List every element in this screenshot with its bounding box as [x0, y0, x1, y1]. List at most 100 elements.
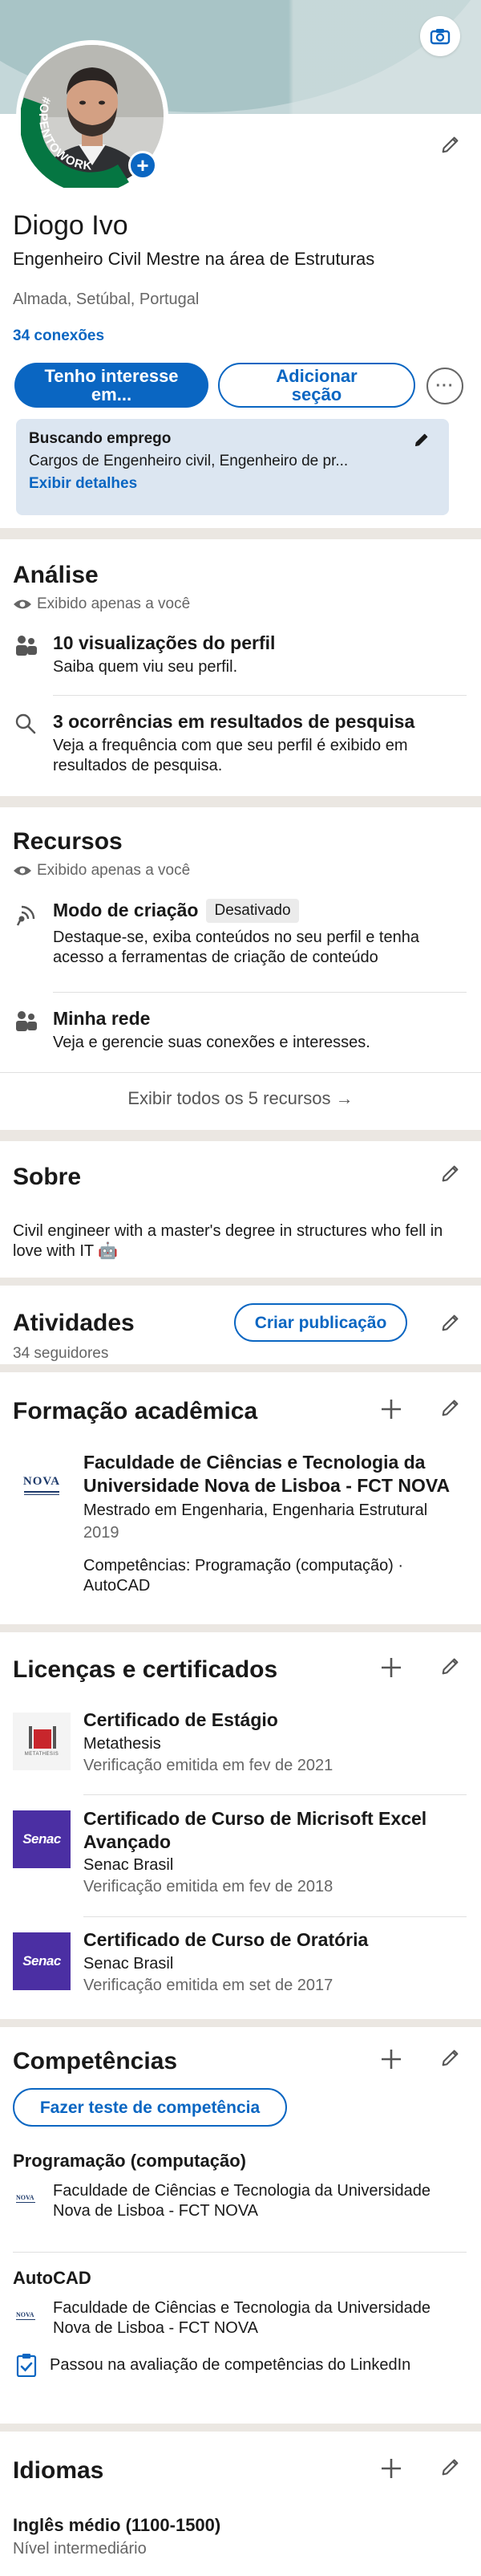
education-year: 2019 — [83, 1524, 119, 1542]
skill-assessment-button[interactable]: Fazer teste de competência — [13, 2088, 287, 2127]
creator-mode-title: Modo de criação — [53, 900, 199, 920]
my-network-desc: Veja e gerencie suas conexões e interess… — [53, 1034, 370, 1051]
education-degree: Mestrado em Engenharia, Engenharia Estru… — [83, 1501, 428, 1519]
search-icon — [15, 713, 36, 734]
creator-mode-item[interactable]: Modo de criação Desativado Destaque-se, e… — [13, 899, 462, 968]
language-level: Nível intermediário — [13, 2540, 147, 2558]
senac-logo-text: Senac — [22, 1953, 61, 1969]
license-issuer: Metathesis — [83, 1735, 161, 1753]
nova-logo-text: NOVA — [22, 1474, 61, 1488]
show-all-resources-link[interactable]: Exibir todos os 5 recursos → — [0, 1088, 481, 1109]
add-language-plus-icon[interactable] — [377, 2454, 406, 2483]
people-icon — [16, 1011, 37, 1031]
job-seeking-details-link[interactable]: Exibir detalhes — [29, 475, 436, 493]
profile-views-desc: Saiba quem viu seu perfil. — [53, 658, 238, 676]
skill-item[interactable]: AutoCAD NOVA Faculdade de Ciências e Tec… — [13, 2268, 470, 2377]
more-options-button[interactable]: ··· — [426, 368, 463, 404]
add-skill-plus-icon[interactable] — [377, 2045, 406, 2074]
license-item[interactable]: Senac Certificado de Curso de Micrisoft … — [13, 1807, 470, 1897]
search-appearances-title: 3 ocorrências em resultados de pesquisa — [53, 711, 415, 732]
add-photo-button[interactable]: + — [128, 151, 157, 180]
section-separator — [0, 2019, 481, 2027]
my-network-item[interactable]: Minha rede Veja e gerencie suas conexões… — [13, 1008, 462, 1053]
skills-title: Competências — [13, 2048, 178, 2074]
license-item[interactable]: Senac Certificado de Curso de Oratória S… — [13, 1929, 470, 1996]
analytics-private-note: Exibido apenas a você — [13, 595, 190, 613]
senac-logo-text: Senac — [22, 1831, 61, 1847]
licenses-title: Licenças e certificados — [13, 1656, 278, 1683]
edit-languages-pencil-icon[interactable] — [438, 2454, 463, 2480]
edit-intro-pencil-icon[interactable] — [438, 132, 463, 157]
profile-views-title: 10 visualizações do perfil — [53, 632, 276, 653]
edit-education-pencil-icon[interactable] — [438, 1395, 463, 1420]
open-to-button-label: Tenho interesse em... — [44, 366, 179, 404]
skill-name: Programação (computação) — [13, 2151, 246, 2171]
edit-job-seeking-pencil-icon[interactable] — [409, 427, 435, 453]
nova-mini-logo-text: NOVA — [16, 2311, 34, 2318]
section-separator — [0, 1130, 481, 1141]
metathesis-logo-text: METATHESIS — [24, 1752, 59, 1757]
edit-licenses-pencil-icon[interactable] — [438, 1653, 463, 1679]
add-education-plus-icon[interactable] — [377, 1395, 406, 1424]
add-license-plus-icon[interactable] — [377, 1653, 406, 1682]
skill-item[interactable]: Programação (computação) NOVA Faculdade … — [13, 2151, 470, 2221]
license-issuer: Senac Brasil — [83, 1856, 174, 1874]
edit-about-pencil-icon[interactable] — [438, 1160, 463, 1186]
senac-logo: Senac — [13, 1810, 71, 1868]
eye-icon — [14, 866, 31, 876]
my-network-title: Minha rede — [53, 1008, 151, 1029]
profile-name: Diogo Ivo — [13, 210, 128, 241]
analytics-private-note-text: Exibido apenas a você — [37, 595, 191, 612]
languages-title: Idiomas — [13, 2457, 104, 2484]
metathesis-logo: METATHESIS — [13, 1713, 71, 1770]
license-name: Certificado de Curso de Oratória — [83, 1929, 369, 1950]
about-title: Sobre — [13, 1164, 82, 1190]
connections-link[interactable]: 34 conexões — [13, 327, 104, 345]
license-item[interactable]: METATHESIS Certificado de Estágio Metath… — [13, 1709, 470, 1776]
section-separator — [0, 796, 481, 807]
education-item[interactable]: NOVA Faculdade de Ciências e Tecnologia … — [13, 1451, 470, 1596]
job-seeking-card[interactable]: Buscando emprego Cargos de Engenheiro ci… — [16, 419, 449, 515]
skill-source: Faculdade de Ciências e Tecnologia da Un… — [53, 2182, 431, 2220]
education-skills: Competências: Programação (computação) ·… — [83, 1557, 404, 1595]
broadcast-icon — [16, 905, 35, 926]
profile-location: Almada, Setúbal, Portugal — [13, 291, 200, 308]
skill-name: AutoCAD — [13, 2268, 91, 2288]
license-date: Verificação emitida em set de 2017 — [83, 1977, 333, 1994]
nova-mini-logo: NOVA — [16, 2311, 35, 2320]
nova-mini-logo-text: NOVA — [16, 2194, 34, 2201]
resources-private-note: Exibido apenas a você — [13, 862, 190, 880]
about-text: Civil engineer with a master's degree in… — [13, 1222, 443, 1260]
section-separator — [0, 2424, 481, 2432]
create-post-button[interactable]: Criar publicação — [234, 1303, 407, 1342]
clipboard-check-icon — [16, 2354, 37, 2377]
analytics-title: Análise — [13, 562, 99, 588]
education-title: Formação acadêmica — [13, 1398, 258, 1424]
section-separator — [0, 1624, 481, 1632]
section-separator — [0, 528, 481, 539]
search-appearances-desc: Veja a frequência com que seu perfil é e… — [53, 737, 408, 774]
language-item[interactable]: Inglês médio (1100-1500) Nível intermedi… — [13, 2515, 220, 2559]
skill-assessment-passed: Passou na avaliação de competências do L… — [50, 2355, 411, 2374]
more-dots-icon: ··· — [435, 376, 455, 395]
resources-title: Recursos — [13, 828, 123, 855]
eye-icon — [14, 599, 31, 609]
license-date: Verificação emitida em fev de 2021 — [83, 1757, 333, 1774]
license-date: Verificação emitida em fev de 2018 — [83, 1878, 333, 1895]
job-seeking-title: Buscando emprego — [29, 430, 172, 447]
license-name: Certificado de Estágio — [83, 1709, 278, 1730]
edit-activity-pencil-icon[interactable] — [438, 1310, 463, 1335]
analytics-item-search[interactable]: 3 ocorrências em resultados de pesquisa … — [13, 711, 462, 776]
add-section-button[interactable]: Adicionar seção — [218, 363, 415, 408]
edit-skills-pencil-icon[interactable] — [438, 2045, 463, 2070]
section-separator — [0, 1364, 481, 1372]
camera-icon[interactable] — [420, 16, 460, 56]
analytics-item-views[interactable]: 10 visualizações do perfil Saiba quem vi… — [13, 632, 462, 677]
add-section-button-label: Adicionar seção — [276, 366, 358, 404]
job-seeking-roles: Cargos de Engenheiro civil, Engenheiro d… — [29, 453, 349, 469]
skill-source: Faculdade de Ciências e Tecnologia da Un… — [53, 2299, 431, 2337]
people-icon — [16, 636, 37, 656]
resources-private-note-text: Exibido apenas a você — [37, 862, 191, 879]
open-to-button[interactable]: Tenho interesse em... — [14, 363, 208, 408]
create-post-button-label: Criar publicação — [254, 1313, 387, 1332]
